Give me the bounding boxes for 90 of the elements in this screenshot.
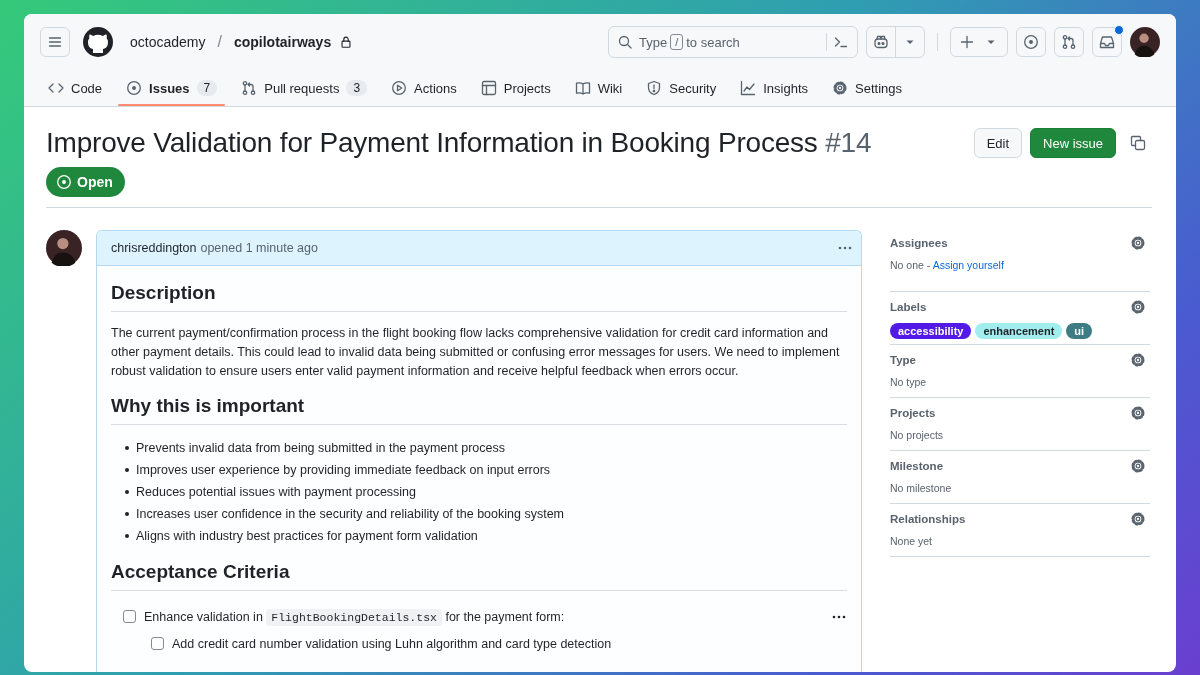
nav-tab[interactable]: Pull requests 3 xyxy=(233,70,376,106)
new-issue-button[interactable]: New issue xyxy=(1030,128,1116,158)
assign-yourself-link[interactable]: Assign yourself xyxy=(932,259,1004,271)
description-paragraph: The current payment/confirmation process in the flight booking flow lacks comprehensive validation for credit card information and other payment details. This could lead to invalid data being submitted or confusing error messages for users. We need to implement robust validation to ensure users enter valid payment information and receive helpful feedback when errors occur. xyxy=(111,325,841,380)
robot-face-icon xyxy=(873,34,889,50)
pull-request-icon xyxy=(1061,34,1077,50)
section-value: No projects xyxy=(890,429,944,441)
bullet-icon xyxy=(125,490,129,494)
issues-button[interactable] xyxy=(1016,27,1046,57)
task-checkbox[interactable] xyxy=(123,610,136,623)
gear-icon[interactable] xyxy=(1130,235,1146,251)
count-badge: 7 xyxy=(196,80,218,96)
section-title: Labels xyxy=(890,301,927,313)
create-button[interactable] xyxy=(950,27,1008,57)
count-badge: 3 xyxy=(346,80,368,96)
nav-tab[interactable]: Insights xyxy=(732,70,817,106)
inbox-icon xyxy=(1099,34,1115,50)
nav-tab[interactable]: Security xyxy=(638,70,725,106)
bullet-icon xyxy=(125,446,129,450)
issue-icon xyxy=(126,80,143,96)
edit-button[interactable]: Edit xyxy=(973,128,1023,158)
table-icon xyxy=(480,80,497,96)
comment-meta: opened 1 minute ago xyxy=(200,241,318,255)
issue-icon xyxy=(56,174,72,190)
avatar[interactable] xyxy=(46,230,82,266)
terminal-icon[interactable] xyxy=(833,34,849,50)
play-icon xyxy=(391,80,408,96)
section-value: No milestone xyxy=(890,482,952,494)
bullet-icon xyxy=(125,512,129,516)
author-link[interactable]: chrisreddington xyxy=(111,241,197,255)
nav-tab[interactable]: Code xyxy=(40,70,111,106)
shortcut-key: / xyxy=(670,34,684,50)
bullet-item: Reduces potential issues with payment processing xyxy=(136,484,416,501)
nav-tab[interactable]: Issues 7 xyxy=(118,70,226,106)
gear-icon[interactable] xyxy=(1130,299,1146,315)
section-value: None yet xyxy=(890,535,933,547)
inbox-button[interactable] xyxy=(1092,27,1122,57)
state-badge: Open xyxy=(46,167,125,197)
graph-icon xyxy=(740,80,757,96)
bullet-item: Aligns with industry best practices for payment form validation xyxy=(136,528,478,545)
section-title: Milestone xyxy=(890,460,944,472)
section-title: Relationships xyxy=(890,513,966,525)
nav-tab[interactable]: Projects xyxy=(472,70,559,106)
bullet-item: Increases user confidence in the security and reliability of the booking system xyxy=(136,506,564,523)
section-title: Type xyxy=(890,354,916,366)
issue-title: Improve Validation for Payment Information in Booking Process #14 xyxy=(46,126,873,160)
nav-tab[interactable]: Settings xyxy=(824,70,910,106)
section-heading: Description xyxy=(111,282,847,312)
search-icon xyxy=(617,34,633,50)
logo-icon[interactable] xyxy=(82,26,114,58)
section-heading: Why this is important xyxy=(111,395,847,425)
bullet-icon xyxy=(125,468,129,472)
task-text: Add credit card number validation using Luhn algorithm and card type detection xyxy=(172,636,612,651)
menu-icon xyxy=(47,34,63,50)
copilot-button[interactable] xyxy=(866,26,925,58)
gear-icon[interactable] xyxy=(1130,352,1146,368)
search-placeholder: Type xyxy=(639,34,668,50)
gear-icon[interactable] xyxy=(1130,405,1146,421)
task-text: Enhance validation in FlightBookingDetails.tsx for the payment form: xyxy=(144,609,565,624)
section-value: No type xyxy=(890,376,927,388)
search-field[interactable]: Type / to search xyxy=(608,26,858,58)
label-tag[interactable]: accessibility xyxy=(890,323,972,339)
owner-link[interactable]: octocademy xyxy=(130,34,206,50)
label-tag[interactable]: ui xyxy=(1066,323,1093,339)
bullet-icon xyxy=(125,534,129,538)
section-heading: Acceptance Criteria xyxy=(111,561,847,591)
task-checkbox[interactable] xyxy=(151,637,164,650)
section-value: No one - xyxy=(890,259,931,271)
shield-icon xyxy=(646,80,663,96)
nav-tab[interactable]: Wiki xyxy=(566,70,631,106)
pull-request-icon xyxy=(241,80,258,96)
nav-tab[interactable]: Actions xyxy=(383,70,465,106)
pull-requests-button[interactable] xyxy=(1054,27,1084,57)
gear-icon xyxy=(832,80,849,96)
label-tag[interactable]: enhancement xyxy=(975,323,1063,339)
book-icon xyxy=(574,80,591,96)
bullet-item: Improves user experience by providing immediate feedback on input errors xyxy=(136,462,551,479)
gear-icon[interactable] xyxy=(1130,511,1146,527)
repo-link[interactable]: copilotairways xyxy=(233,34,332,50)
bullet-item: Prevents invalid data from being submitted in the payment process xyxy=(136,440,505,457)
search-placeholder: to search xyxy=(686,34,740,50)
avatar[interactable] xyxy=(1130,27,1160,57)
menu-button[interactable] xyxy=(40,27,70,57)
section-title: Assignees xyxy=(890,237,948,249)
issue-icon xyxy=(1023,34,1039,50)
path-separator: / xyxy=(217,33,222,51)
copy-icon[interactable] xyxy=(1130,135,1146,151)
section-title: Projects xyxy=(890,407,936,419)
plus-icon xyxy=(959,34,975,50)
gear-icon[interactable] xyxy=(1130,458,1146,474)
